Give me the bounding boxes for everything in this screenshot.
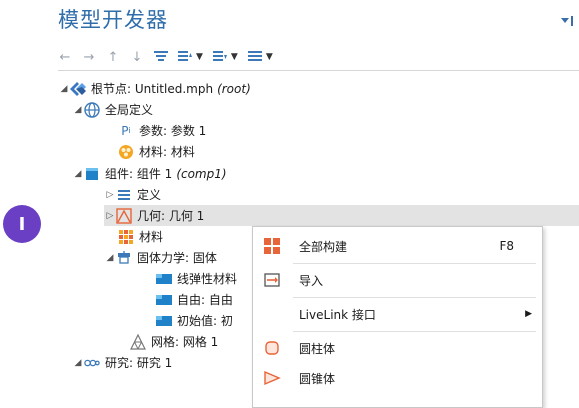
list-options-dropdown-icon[interactable]: ▼	[266, 52, 273, 62]
expand-sort-icon[interactable]	[178, 50, 192, 64]
tree-label: 组件: 组件 1	[105, 167, 173, 181]
tree-node-global-materials[interactable]: 材料: 材料	[118, 141, 195, 162]
tree-label: 全局定义	[105, 103, 154, 117]
menu-item-livelink[interactable]: LiveLink 接口 ▶	[253, 299, 542, 329]
tree-node-component[interactable]: ◢ 组件: 组件 1 (comp1)	[72, 163, 227, 184]
solid-mechanics-icon	[116, 250, 132, 266]
parameter-icon: Pi	[121, 123, 131, 138]
list-options-icon[interactable]	[247, 50, 262, 64]
arrow-left-icon[interactable]: ←	[58, 50, 72, 65]
filter-icon[interactable]	[154, 50, 168, 64]
physics-feature-icon	[156, 271, 172, 287]
tree-label: 线弹性材料	[177, 272, 238, 286]
cylinder-icon	[263, 339, 281, 357]
tree-node-global-definitions[interactable]: ◢ 全局定义	[72, 99, 153, 120]
toolbar-divider	[58, 70, 579, 71]
collapse-arrow-icon[interactable]: ◢	[58, 84, 70, 94]
physics-feature-icon	[156, 313, 172, 329]
callout-badge: I	[3, 205, 41, 243]
collapse-arrow-icon[interactable]: ◢	[72, 358, 84, 368]
study-icon	[84, 355, 100, 371]
collapse-arrow-icon[interactable]: ◢	[72, 169, 84, 179]
tree-node-free[interactable]: 自由: 自由	[156, 289, 233, 310]
tree-node-mesh[interactable]: 网格: 网格 1	[130, 331, 218, 352]
tree-node-linear-elastic[interactable]: 线弹性材料	[156, 268, 237, 289]
physics-feature-icon	[156, 292, 172, 308]
tree-label: 材料	[139, 230, 164, 244]
menu-item-cylinder[interactable]: 圆柱体	[253, 333, 542, 363]
tree-label: 参数: 参数 1	[139, 124, 207, 138]
collapse-arrow-icon[interactable]: ◢	[72, 105, 84, 115]
expand-sort-dropdown-icon[interactable]: ▼	[196, 52, 203, 62]
arrow-right-icon[interactable]: →	[82, 50, 96, 65]
tree-label: 根节点: Untitled.mph	[91, 82, 214, 96]
panel-title: 模型开发器	[58, 8, 168, 32]
root-icon	[70, 81, 86, 97]
navigation-toolbar: ← → ↑ ↓ ▼ ▼ ▼	[58, 46, 273, 68]
build-all-icon	[263, 237, 281, 255]
tree-label: 网格: 网格 1	[151, 335, 219, 349]
context-menu: 全部构建 F8 导入 LiveLink 接口 ▶ 圆柱体 圆锥体	[252, 226, 543, 408]
menu-divider	[293, 263, 536, 264]
tree-label: 研究: 研究 1	[105, 356, 173, 370]
globe-icon	[84, 101, 100, 118]
expand-arrow-icon[interactable]: ▷	[104, 190, 116, 200]
geometry-icon	[116, 207, 132, 224]
tree-label: 固体力学: 固体	[137, 251, 217, 265]
menu-item-label: LiveLink 接口	[299, 307, 376, 322]
pin-dropdown-icon[interactable]	[561, 16, 573, 26]
menu-divider	[293, 331, 536, 332]
menu-divider	[293, 297, 536, 298]
tree-label: 初始值: 初	[177, 314, 233, 328]
tree-label: 材料: 材料	[139, 145, 195, 159]
tree-node-root[interactable]: ◢ 根节点: Untitled.mph (root)	[58, 78, 251, 99]
cone-icon	[263, 369, 281, 387]
tree-node-study[interactable]: ◢ 研究: 研究 1	[72, 352, 173, 373]
menu-item-build-all[interactable]: 全部构建 F8	[253, 231, 542, 261]
tree-node-materials[interactable]: 材料	[118, 226, 163, 247]
tree-node-parameters[interactable]: Pi 参数: 参数 1	[118, 120, 206, 141]
collapse-arrow-icon[interactable]: ◢	[104, 253, 116, 263]
submenu-arrow-icon: ▶	[525, 309, 532, 319]
menu-item-label: 圆锥体	[299, 371, 336, 386]
menu-item-cone[interactable]: 圆锥体	[253, 363, 542, 393]
tree-node-geometry[interactable]: ▷ 几何: 几何 1	[104, 205, 579, 226]
definitions-icon	[116, 187, 132, 203]
tree-label: 几何: 几何 1	[137, 209, 205, 223]
collapse-sort-dropdown-icon[interactable]: ▼	[231, 52, 238, 62]
tree-node-initial-values[interactable]: 初始值: 初	[156, 310, 233, 331]
component-icon	[84, 166, 100, 182]
arrow-up-icon[interactable]: ↑	[106, 50, 120, 65]
tree-tag: (comp1)	[176, 166, 227, 181]
menu-item-label: 全部构建	[299, 239, 348, 254]
mesh-icon	[130, 333, 146, 350]
menu-item-label: 圆柱体	[299, 341, 336, 356]
tree-node-definitions[interactable]: ▷ 定义	[104, 184, 161, 205]
arrow-down-icon[interactable]: ↓	[130, 50, 144, 65]
tree-label: 自由: 自由	[177, 293, 233, 307]
import-icon	[263, 271, 281, 289]
menu-item-label: 导入	[299, 273, 324, 288]
expand-arrow-icon[interactable]: ▷	[104, 211, 116, 221]
materials-grid-icon	[118, 229, 134, 245]
menu-item-shortcut: F8	[499, 239, 514, 253]
tree-node-solid-mechanics[interactable]: ◢ 固体力学: 固体	[104, 247, 217, 268]
collapse-sort-icon[interactable]	[212, 50, 227, 64]
tree-tag: (root)	[217, 81, 251, 96]
material-icon	[118, 144, 134, 160]
tree-label: 定义	[137, 188, 162, 202]
menu-item-import[interactable]: 导入	[253, 265, 542, 295]
